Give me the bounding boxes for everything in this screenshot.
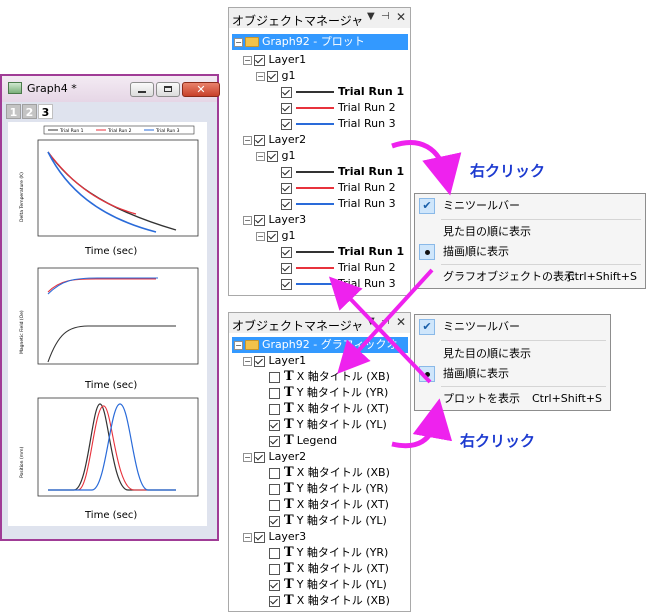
curved-arrow-1 bbox=[391, 140, 462, 196]
annotation-arrows bbox=[328, 140, 462, 449]
cross-arrow-2 bbox=[328, 276, 432, 384]
curved-arrow-2 bbox=[391, 398, 453, 449]
cross-arrow-1 bbox=[337, 268, 434, 374]
